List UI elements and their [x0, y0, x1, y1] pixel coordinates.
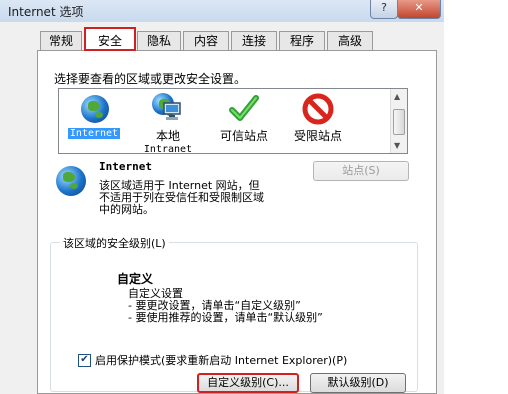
tab-programs[interactable]: 程序: [279, 31, 325, 50]
custom-level-button[interactable]: 自定义级别(C)...: [197, 373, 299, 393]
tab-general[interactable]: 常规: [40, 31, 82, 50]
prohibited-icon: [302, 93, 334, 125]
security-level-name: 自定义: [117, 272, 154, 286]
tab-security[interactable]: 安全: [84, 27, 136, 51]
default-level-button[interactable]: 默认级别(D): [310, 373, 406, 393]
security-level-line: - 要使用推荐的设置，请单击“默认级别”: [128, 311, 323, 324]
zone-description: 该区域适用于 Internet 网站，但 不适用于列在受信任和受限制区域 中的网…: [99, 180, 299, 216]
globe-icon: [56, 166, 86, 196]
zone-instruction: 选择要查看的区域或更改安全设置。: [54, 72, 247, 86]
scroll-up-icon[interactable]: ▲: [394, 92, 400, 101]
zone-title: Internet: [99, 160, 152, 173]
window-title: Internet 选项: [8, 5, 84, 19]
zone-intranet[interactable]: 本地 Intranet: [133, 93, 203, 155]
zone-label-2: Intranet: [143, 144, 193, 155]
zone-list: Internet 本地 Intranet 可信站点 受限站点 ▲ ▼: [58, 88, 408, 155]
help-icon: ?: [381, 1, 387, 14]
scroll-down-icon[interactable]: ▼: [394, 141, 400, 150]
zone-label: Internet: [67, 128, 121, 139]
zone-description-line: 中的网站。: [99, 203, 154, 216]
zone-restricted-sites[interactable]: 受限站点: [283, 93, 353, 144]
tab-content[interactable]: 内容: [183, 31, 229, 50]
sites-button[interactable]: 站点(S): [313, 161, 409, 181]
protected-mode-checkbox[interactable]: ✔: [78, 353, 91, 367]
scroll-thumb[interactable]: [393, 109, 405, 135]
network-computer-icon: [152, 93, 184, 125]
close-icon: ✕: [414, 1, 424, 14]
tab-connections[interactable]: 连接: [231, 31, 277, 50]
background-area: [444, 0, 508, 394]
checkmark-icon: [228, 93, 260, 125]
zone-internet[interactable]: Internet: [59, 93, 129, 139]
zone-label: 受限站点: [293, 129, 342, 143]
zone-list-scrollbar[interactable]: ▲ ▼: [390, 89, 407, 153]
zone-trusted-sites[interactable]: 可信站点: [209, 93, 279, 144]
close-button[interactable]: ✕: [397, 0, 441, 19]
globe-icon: [78, 93, 110, 125]
help-button[interactable]: ?: [370, 0, 398, 19]
security-level-group-label: 该区域的安全级别(L): [60, 235, 169, 251]
protected-mode-label: 启用保护模式(要求重新启动 Internet Explorer)(P): [95, 354, 348, 367]
protected-mode-row[interactable]: ✔ 启用保护模式(要求重新启动 Internet Explorer)(P): [78, 352, 347, 368]
zone-label: 本地: [155, 129, 180, 143]
zone-label: 可信站点: [219, 129, 268, 143]
tab-advanced[interactable]: 高级: [327, 31, 373, 50]
tab-privacy[interactable]: 隐私: [137, 31, 181, 50]
